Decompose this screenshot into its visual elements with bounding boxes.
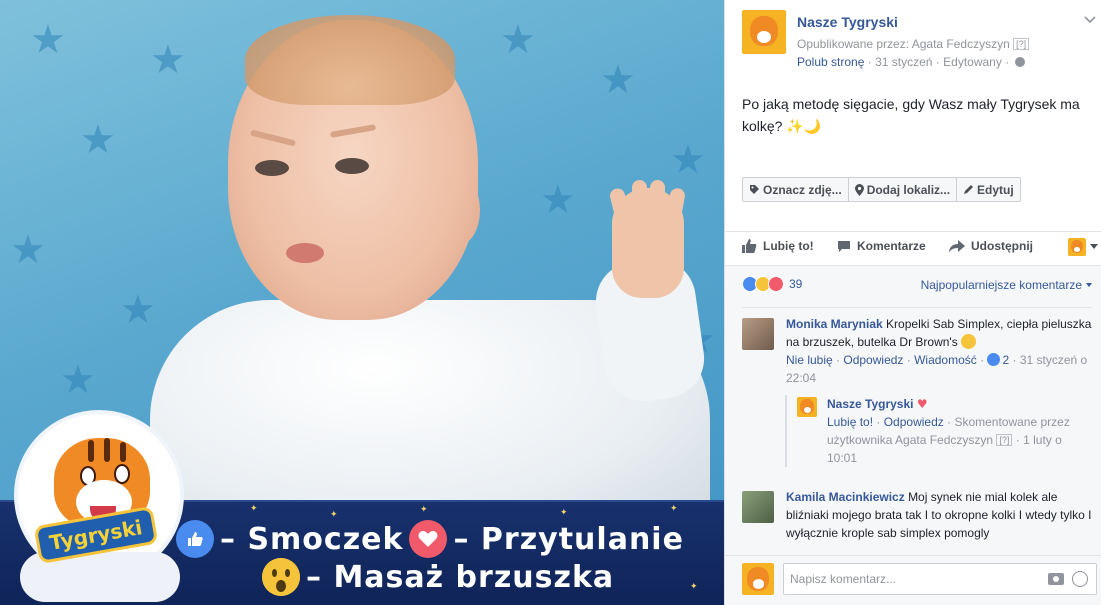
reply-link[interactable]: Odpowiedz xyxy=(843,353,903,367)
background-star-icon: ★ xyxy=(30,17,66,63)
background-star-icon: ★ xyxy=(120,287,156,333)
post-header: Nasze Tygryski Opublikowane przez: Agata… xyxy=(742,10,1092,72)
sparkle-moon-emoji: ✨🌙 xyxy=(786,119,822,135)
location-pin-icon xyxy=(854,183,864,196)
reply-like-link[interactable]: Lubię to! xyxy=(827,415,873,429)
banner-smoczek-label: – Smoczek xyxy=(220,521,404,557)
edited-label[interactable]: Edytowany xyxy=(943,55,1002,69)
unlike-link[interactable]: Nie lubię xyxy=(786,353,833,367)
like-page-link[interactable]: Polub stronę xyxy=(797,55,864,69)
tiger-avatar-icon xyxy=(747,567,769,591)
commenter-avatar[interactable] xyxy=(742,318,774,350)
baby-eye xyxy=(255,160,289,176)
comment-item: Kamila Macinkiewicz Moj synek nie mial k… xyxy=(742,488,1092,542)
reply-actions: Lubię to! · Odpowiedz · Skomentowane prz… xyxy=(827,415,1070,465)
like-button[interactable]: Lubię to! xyxy=(742,239,814,253)
background-star-icon: ★ xyxy=(540,177,576,223)
add-location-button[interactable]: Dodaj lokaliz... xyxy=(849,178,958,201)
post-viewer: ★ ★ ★ ★ ★ ★ ★ ★ ★ ★ ★ ★ ✦ ✦ ✦ ✦ ✦ ✦ xyxy=(0,0,1101,605)
background-star-icon: ★ xyxy=(10,227,46,273)
sparkle-icon: ✦ xyxy=(420,505,428,515)
reaction-summary[interactable]: 39 xyxy=(742,276,802,292)
message-link[interactable]: Wiadomość xyxy=(914,353,977,367)
tiger-eye xyxy=(114,464,130,484)
thumbs-up-icon xyxy=(987,353,1001,366)
published-by: Opublikowane przez: Agata Fedczyszyn [?] xyxy=(797,37,1030,51)
publisher-name[interactable]: Agata Fedczyszyn xyxy=(912,37,1010,51)
reaction-count[interactable]: 39 xyxy=(789,277,802,291)
photo-tools: Oznacz zdję... Dodaj lokaliz... Edytuj xyxy=(742,177,1021,202)
page-avatar[interactable] xyxy=(742,10,786,54)
tag-icon xyxy=(750,185,759,194)
background-star-icon: ★ xyxy=(500,17,536,63)
comment-button[interactable]: Komentarze xyxy=(837,239,926,253)
baby-finger xyxy=(632,180,647,228)
commenter-name[interactable]: Monika Maryniak xyxy=(786,317,883,331)
baby-finger xyxy=(650,180,665,228)
sparkle-icon: ✦ xyxy=(670,504,678,514)
tag-photo-button[interactable]: Oznacz zdję... xyxy=(743,178,849,201)
wow-reaction-icon xyxy=(262,558,300,596)
page-name-link[interactable]: Nasze Tygryski xyxy=(797,14,898,30)
reply-author[interactable]: Nasze Tygryski xyxy=(827,397,914,411)
post-sidebar: Nasze Tygryski Opublikowane przez: Agata… xyxy=(724,0,1101,605)
tiger-avatar-icon xyxy=(1071,240,1083,253)
commenter-name[interactable]: Kamila Macinkiewicz xyxy=(786,490,905,504)
background-star-icon: ★ xyxy=(80,117,116,163)
banner-masaz-label: – Masaż brzuszka xyxy=(306,559,615,595)
post-photo[interactable]: ★ ★ ★ ★ ★ ★ ★ ★ ★ ★ ★ ★ ✦ ✦ ✦ ✦ ✦ ✦ xyxy=(0,0,724,605)
share-arrow-icon xyxy=(949,239,965,253)
emoji-icon[interactable] xyxy=(1072,571,1088,587)
banner-line-1: – Smoczek – Przytulanie xyxy=(176,520,684,558)
comment-composer xyxy=(725,555,1101,605)
post-message: Po jaką metodę sięgacie, gdy Wasz mały T… xyxy=(742,96,1080,135)
share-button[interactable]: Udostępnij xyxy=(949,239,1033,253)
love-reaction-icon xyxy=(768,276,784,292)
post-actions: Lubię to! Komentarze Udostępnij xyxy=(725,231,1101,265)
background-star-icon: ★ xyxy=(600,57,636,103)
baby-mouth xyxy=(286,243,324,263)
composer-avatar[interactable] xyxy=(742,563,774,595)
sparkle-icon: ✦ xyxy=(330,510,338,520)
reply-item: Nasze Tygryski ♥ Lubię to! · Odpowiedz ·… xyxy=(785,395,1085,467)
help-badge[interactable]: [?] xyxy=(1013,38,1030,50)
heart-icon: ♥ xyxy=(916,397,928,411)
thumbs-up-icon xyxy=(742,239,757,253)
commenter-avatar[interactable] xyxy=(742,491,774,523)
banner-line-2: – Masaż brzuszka xyxy=(262,558,614,596)
love-reaction-icon xyxy=(409,520,448,558)
divider xyxy=(742,307,1092,308)
smile-emoji-icon xyxy=(961,334,977,349)
comment-icon xyxy=(838,240,850,252)
reply-reply-link[interactable]: Odpowiedz xyxy=(884,415,944,429)
post-meta: Polub stronę · 31 styczeń · Edytowany · xyxy=(797,55,1025,69)
sparkle-icon: ✦ xyxy=(690,582,698,592)
globe-icon[interactable] xyxy=(1014,57,1025,67)
sparkle-icon: ✦ xyxy=(250,504,258,514)
pencil-icon xyxy=(964,185,974,194)
post-as-caret-icon[interactable] xyxy=(1090,244,1098,249)
background-star-icon: ★ xyxy=(60,357,96,403)
chevron-down-icon xyxy=(1086,283,1092,287)
reply-avatar[interactable] xyxy=(797,397,817,417)
banner-przytulanie-label: – Przytulanie xyxy=(453,521,684,557)
background-star-icon: ★ xyxy=(150,37,186,83)
edit-photo-button[interactable]: Edytuj xyxy=(957,178,1020,201)
like-reaction-icon xyxy=(176,520,214,558)
help-badge[interactable]: [?] xyxy=(996,434,1013,446)
camera-icon[interactable] xyxy=(1048,573,1064,585)
chevron-down-icon[interactable] xyxy=(1084,16,1096,24)
post-date[interactable]: 31 styczeń xyxy=(875,55,932,69)
comment-item: Monika Maryniak Kropelki Sab Simplex, ci… xyxy=(742,315,1092,387)
tiger-avatar-icon xyxy=(750,16,778,46)
background-star-icon: ★ xyxy=(670,137,706,183)
comment-actions: Nie lubię · Odpowiedz · Wiadomość · 2 · … xyxy=(786,353,1088,385)
post-as-avatar[interactable] xyxy=(1068,238,1086,256)
comment-sort-dropdown[interactable]: Najpopularniejsze komentarze xyxy=(921,278,1092,292)
tiger-avatar-icon xyxy=(800,399,814,414)
sparkle-icon: ✦ xyxy=(560,508,568,518)
baby-hair xyxy=(245,15,455,105)
baby-eye xyxy=(335,158,369,174)
